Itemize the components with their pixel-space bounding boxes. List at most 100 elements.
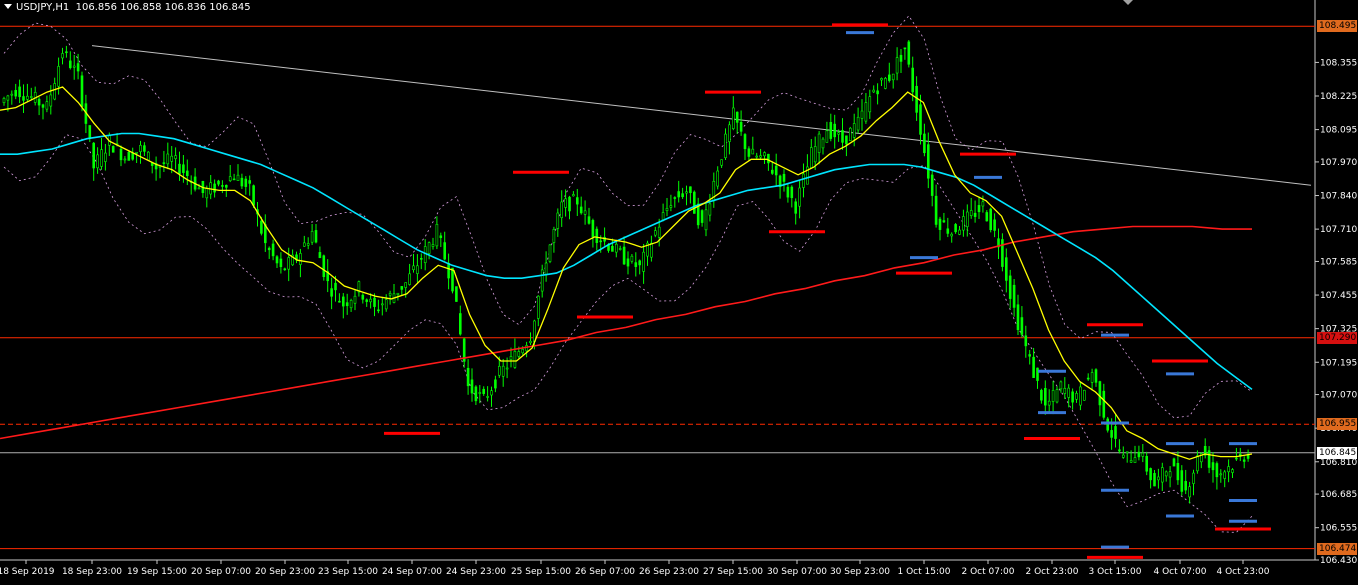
candle-body [1141, 452, 1145, 457]
candle-body [1192, 472, 1195, 484]
time-tick-label: 18 Sep 23:00 [62, 567, 122, 577]
candle-body [310, 231, 314, 243]
candle-body [841, 130, 844, 143]
candle-body [1176, 462, 1180, 481]
candle-body [1196, 455, 1199, 472]
candle-body [552, 229, 556, 243]
time-tick-label: 20 Sep 07:00 [191, 567, 251, 577]
candle-body [583, 210, 587, 215]
candle-body [322, 255, 326, 278]
candle-body [2, 97, 6, 103]
candle-body [915, 85, 918, 113]
candle-body [790, 186, 794, 199]
candle-body [981, 201, 985, 207]
candle-body [451, 267, 454, 292]
candle-body [1110, 430, 1113, 438]
candle-body [1047, 400, 1051, 406]
candle-body [774, 165, 778, 176]
candle-body [1114, 426, 1117, 439]
candle-body [513, 351, 517, 368]
candle-body [579, 206, 583, 214]
candle-body [599, 240, 603, 243]
candle-body [197, 187, 201, 190]
candle-body [279, 258, 283, 268]
candle-body [962, 216, 965, 231]
candle-body [759, 155, 762, 158]
candle-body [419, 258, 423, 260]
candle-body [891, 73, 895, 81]
candle-body [123, 158, 127, 161]
candle-body [1133, 457, 1137, 463]
candle-body [1172, 458, 1176, 467]
candle-body [934, 195, 938, 225]
candle-body [1242, 459, 1246, 462]
candle-body [884, 78, 887, 89]
candle-body [228, 176, 232, 181]
collapse-arrow-icon[interactable] [4, 4, 12, 9]
candle-body [69, 60, 72, 69]
candle-body [954, 224, 957, 233]
candle-body [845, 135, 848, 145]
candle-body [876, 90, 879, 95]
candle-body [45, 101, 49, 110]
candle-body [365, 299, 369, 302]
candle-body [556, 212, 560, 229]
candle-body [802, 173, 805, 188]
candle-body [985, 212, 989, 222]
candle-body [618, 248, 622, 250]
candle-body [1137, 451, 1141, 458]
candle-body [973, 212, 977, 217]
candle-body [1125, 451, 1129, 454]
candle-body [166, 153, 170, 165]
candle-body [829, 122, 833, 139]
candle-body [76, 63, 80, 72]
candle-body [1188, 486, 1191, 498]
candle-body [37, 98, 41, 106]
candle-body [1157, 476, 1160, 481]
candle-body [614, 243, 618, 253]
candle-body [848, 127, 852, 141]
candle-body [1235, 457, 1238, 460]
time-tick-label: 2 Oct 07:00 [962, 567, 1015, 577]
candle-body [486, 396, 489, 398]
time-tick-label: 26 Sep 07:00 [575, 567, 635, 577]
candle-body [533, 320, 536, 343]
candle-body [1051, 390, 1055, 402]
candle-body [1071, 391, 1074, 403]
candle-body [872, 89, 876, 93]
candle-body [521, 349, 525, 354]
candle-body [751, 148, 755, 155]
candle-body [1211, 462, 1215, 471]
candle-body [798, 187, 801, 207]
price-chart[interactable]: 108.355 108.225 108.095 107.970 107.840 107.7… [0, 0, 1358, 581]
candle-body [88, 125, 92, 138]
candle-body [1219, 473, 1223, 476]
candle-body [271, 243, 275, 257]
chart-shift-marker [1123, 0, 1133, 5]
candle-body [53, 83, 57, 100]
candle-body [919, 104, 922, 135]
price-tick-label: 108.225 [1320, 92, 1357, 102]
candle-body [205, 188, 209, 199]
candle-body [926, 144, 930, 179]
candle-body [965, 211, 969, 227]
candle-body [447, 262, 450, 279]
candle-body [634, 262, 638, 267]
candle-body [1122, 454, 1125, 458]
candle-body [708, 203, 712, 216]
candle-body [466, 367, 470, 387]
candle-body [1098, 381, 1102, 406]
candle-body [1227, 466, 1230, 473]
time-tick-label: 24 Sep 07:00 [382, 567, 442, 577]
candle-body [1040, 389, 1043, 401]
candle-body [388, 293, 392, 296]
candle-body [958, 229, 961, 235]
candle-body [478, 392, 482, 394]
chart-plot-area[interactable]: 108.355 108.225 108.095 107.970 107.840 107.7… [0, 0, 1358, 581]
candle-body [665, 208, 669, 211]
candle-body [887, 74, 891, 81]
candle-body [170, 155, 173, 162]
candle-body [100, 149, 103, 167]
time-tick-label: 30 Sep 23:00 [830, 567, 890, 577]
candle-body [482, 388, 486, 394]
